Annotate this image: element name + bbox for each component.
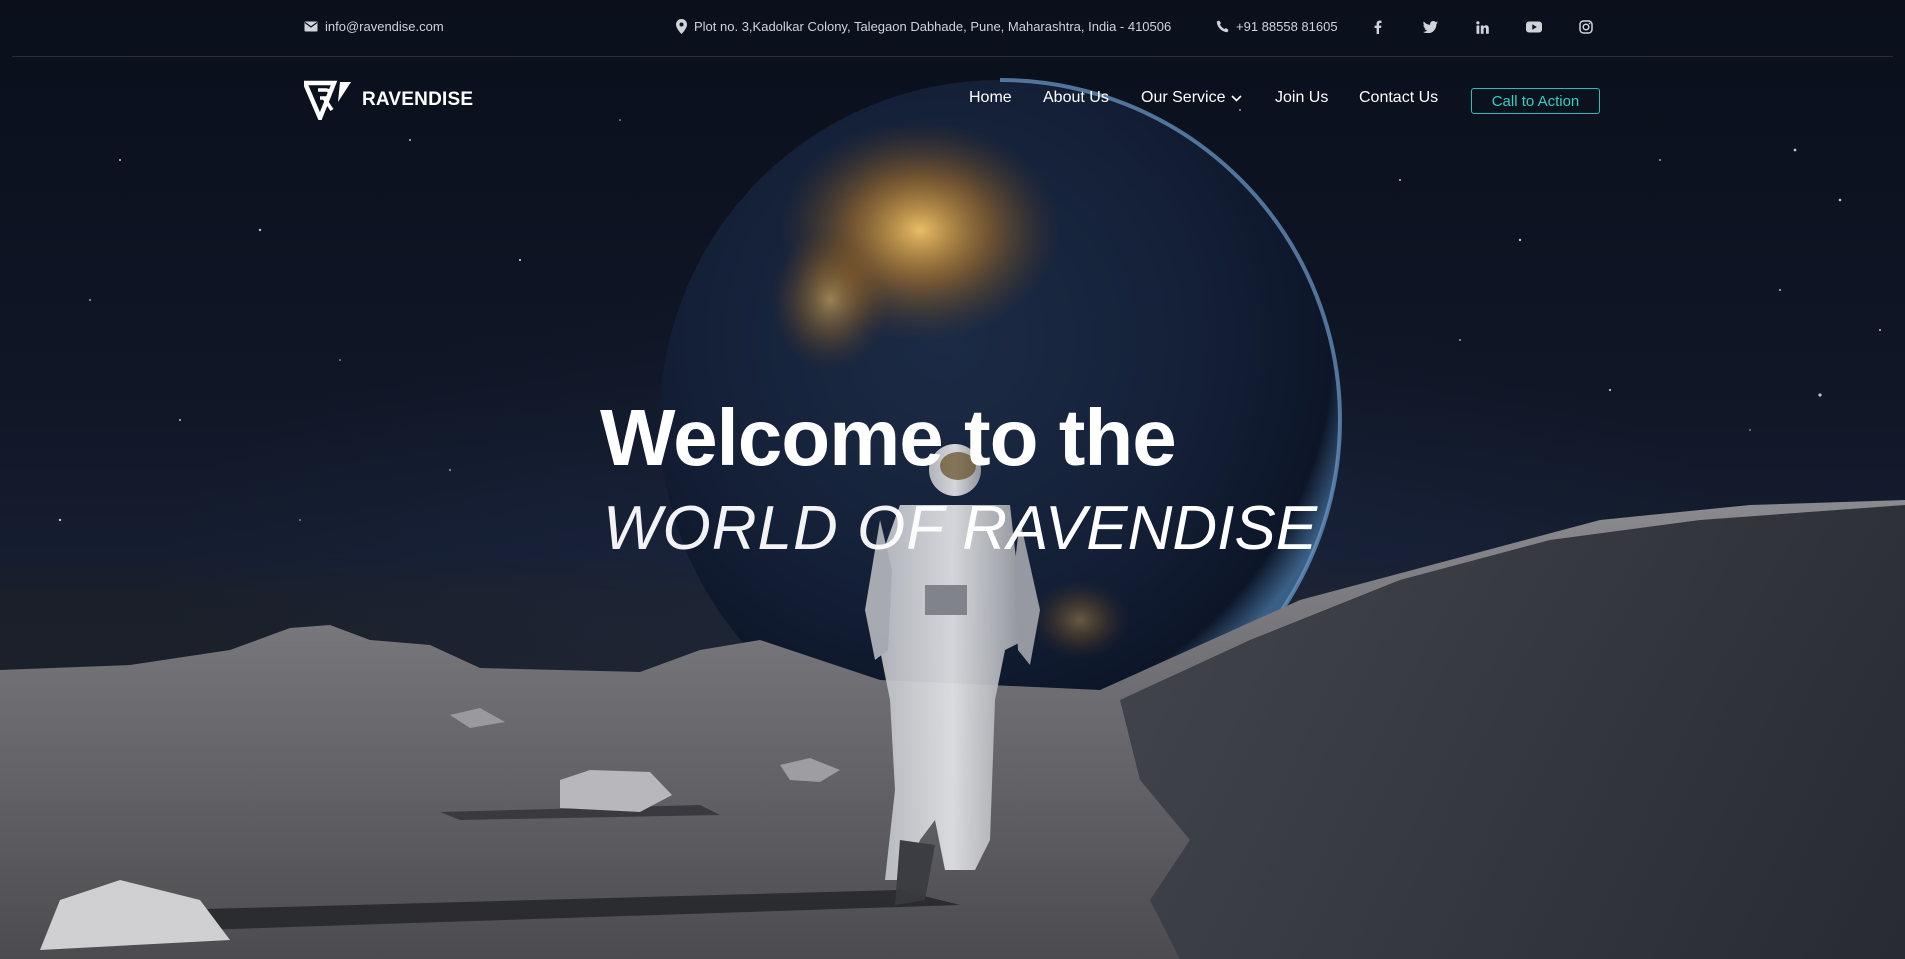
hero-subtitle-brand: RAVENDISE — [962, 494, 1318, 563]
call-to-action-button[interactable]: Call to Action — [1471, 88, 1600, 114]
nav-contact-label: Contact Us — [1359, 89, 1439, 106]
nav-about-us[interactable]: About Us — [1043, 89, 1109, 107]
twitter-link[interactable] — [1420, 17, 1440, 37]
nav-about-label: About Us — [1043, 89, 1109, 106]
nav-home-label: Home — [969, 89, 1012, 106]
phone-icon — [1216, 20, 1229, 33]
map-pin-icon — [676, 19, 687, 34]
youtube-icon — [1526, 21, 1542, 33]
address-text: Plot no. 3,Kadolkar Colony, Talegaon Dab… — [694, 19, 1172, 34]
nav-join-label: Join Us — [1275, 89, 1329, 106]
twitter-icon — [1422, 21, 1438, 33]
envelope-icon — [304, 21, 318, 32]
topbar-divider — [12, 56, 1893, 57]
linkedin-link[interactable] — [1472, 17, 1492, 37]
main-navigation: Home About Us Our Service Join Us Contac… — [0, 89, 1905, 113]
phone-text: +91 88558 81605 — [1236, 19, 1338, 34]
cta-label: Call to Action — [1491, 92, 1580, 110]
chevron-down-icon — [1231, 94, 1243, 102]
hero-subtitle-light: WORLD OF — [603, 494, 963, 563]
contact-email[interactable]: info@ravendise.com — [304, 19, 444, 34]
instagram-icon — [1579, 20, 1593, 34]
nav-service-label: Our Service — [1141, 89, 1226, 106]
youtube-link[interactable] — [1524, 17, 1544, 37]
linkedin-icon — [1475, 20, 1489, 34]
nav-home[interactable]: Home — [969, 89, 1012, 107]
hero-title: Welcome to the — [600, 393, 1177, 482]
nav-contact-us[interactable]: Contact Us — [1359, 89, 1438, 107]
top-info-bar: info@ravendise.com Plot no. 3,Kadolkar C… — [0, 0, 1905, 57]
contact-address: Plot no. 3,Kadolkar Colony, Talegaon Dab… — [676, 19, 1171, 34]
email-text: info@ravendise.com — [325, 19, 444, 34]
instagram-link[interactable] — [1576, 17, 1596, 37]
nav-our-service[interactable]: Our Service — [1141, 89, 1243, 107]
facebook-icon — [1374, 20, 1382, 34]
hero-subtitle: WORLD OF RAVENDISE — [603, 498, 1317, 560]
nav-join-us[interactable]: Join Us — [1275, 89, 1328, 107]
facebook-link[interactable] — [1368, 17, 1388, 37]
contact-phone[interactable]: +91 88558 81605 — [1216, 19, 1338, 34]
